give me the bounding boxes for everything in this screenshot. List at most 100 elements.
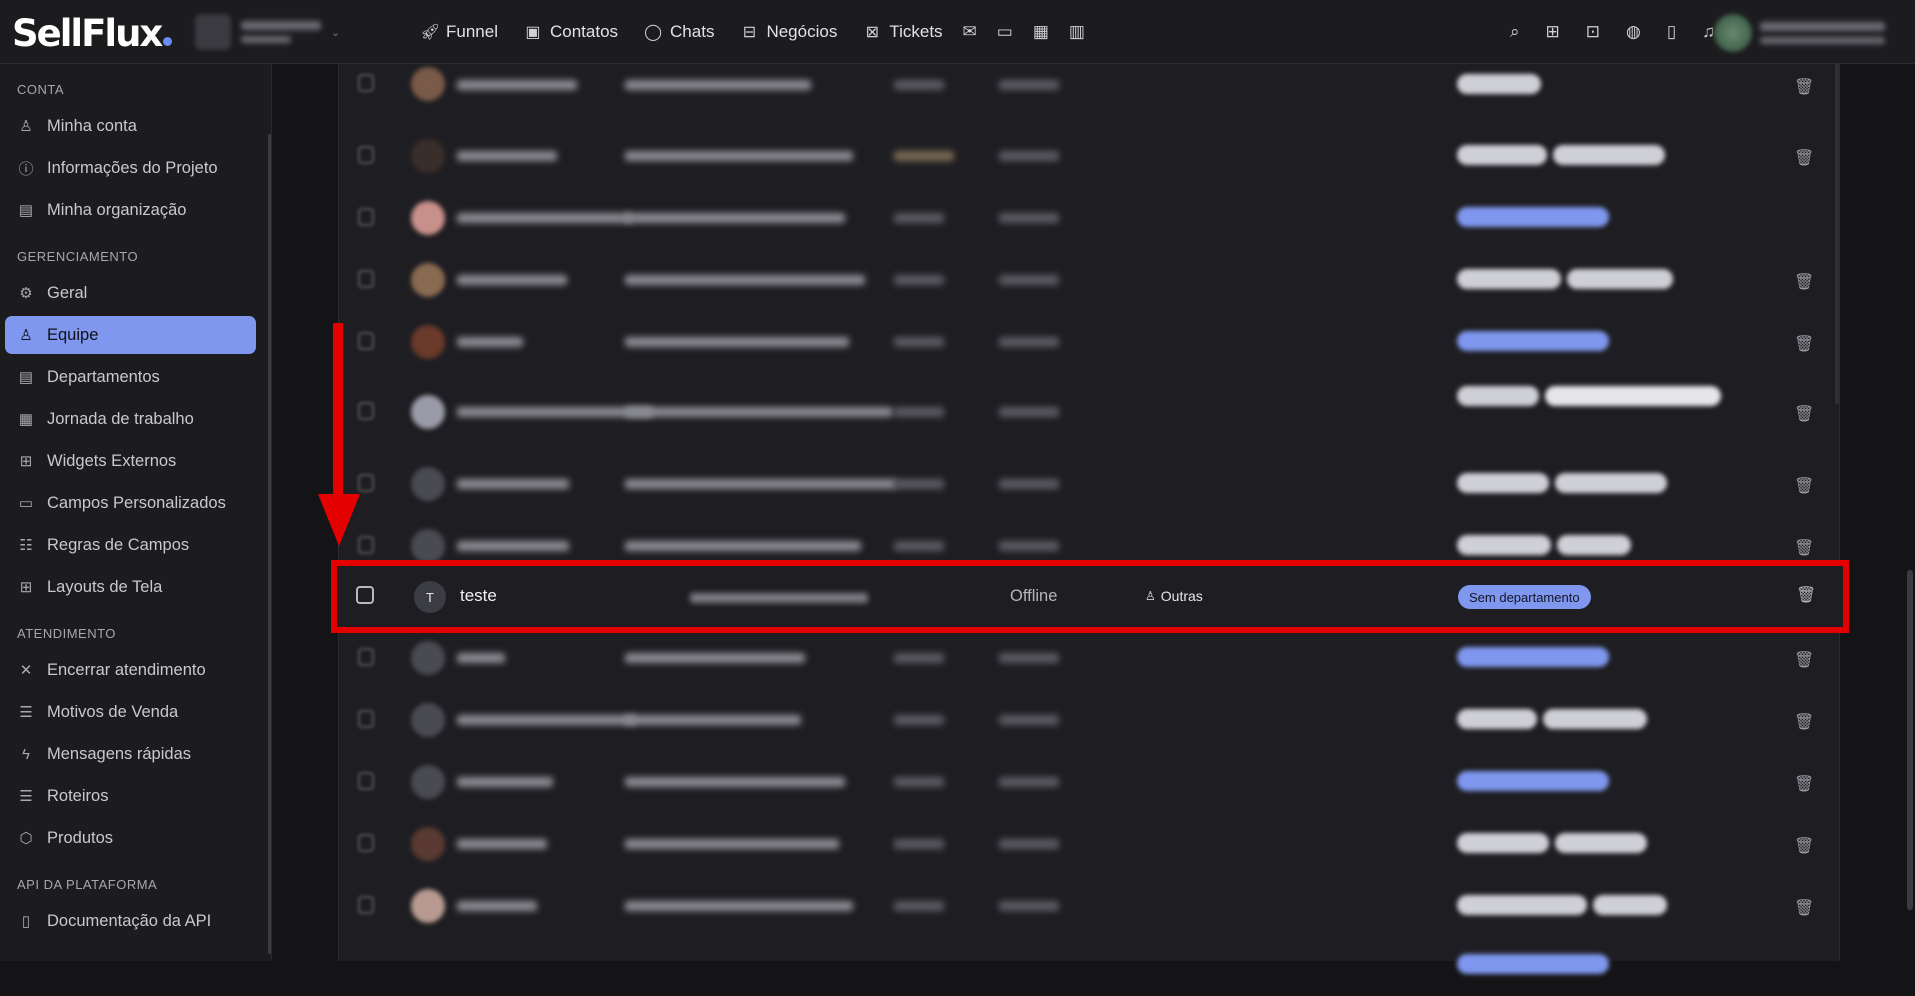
member-email-redacted <box>690 593 868 603</box>
trash-icon[interactable]: 🗑︎ <box>1796 585 1816 605</box>
sidebar-item-geral[interactable]: ⚙ Geral <box>5 274 256 312</box>
project-switcher[interactable]: ⌄ <box>195 14 340 50</box>
book-icon[interactable]: ▯ <box>1667 22 1676 42</box>
sidebar-item-produtos[interactable]: ⬡ Produtos <box>5 819 256 857</box>
department-tag <box>1457 535 1551 555</box>
table-row[interactable]: 🗑︎ <box>339 688 1841 748</box>
search-icon[interactable]: ⌕ <box>1510 22 1520 42</box>
avatar <box>411 395 445 429</box>
department-tag <box>1457 74 1541 94</box>
avatar <box>411 263 445 297</box>
trash-icon[interactable]: 🗑︎ <box>1794 650 1814 670</box>
sidebar-item-minha-organizacao[interactable]: ▤ Minha organização <box>5 191 256 229</box>
sidebar-item-widgets-externos[interactable]: ⊞ Widgets Externos <box>5 442 256 480</box>
close-icon: ✕ <box>19 662 33 679</box>
table-row[interactable]: 🗑︎ <box>339 626 1841 686</box>
trash-icon[interactable]: 🗑︎ <box>1794 272 1814 292</box>
trash-icon[interactable]: 🗑︎ <box>1794 538 1814 558</box>
avatar <box>411 325 445 359</box>
user-menu[interactable] <box>1714 14 1885 52</box>
trash-icon[interactable]: 🗑︎ <box>1794 774 1814 794</box>
avatar: T <box>414 581 446 613</box>
nav-chats[interactable]: ◯ Chats <box>644 22 714 42</box>
main-nav: 🚀︎ Funnel ▣ Contatos ◯ Chats ⊟ Negócios ⊠ Tic… <box>420 0 1085 64</box>
row-checkbox[interactable] <box>358 474 374 492</box>
checklist-icon: ☰ <box>19 704 33 721</box>
trash-icon[interactable]: 🗑︎ <box>1794 148 1814 168</box>
member-status <box>894 80 944 90</box>
grid-icon[interactable]: ⊞ <box>1546 22 1560 42</box>
member-role <box>999 151 1059 161</box>
table-row[interactable] <box>339 186 1841 246</box>
avatar <box>411 467 445 501</box>
row-checkbox[interactable] <box>358 74 374 92</box>
trash-icon[interactable]: 🗑︎ <box>1794 404 1814 424</box>
app-logo[interactable]: SellFlux <box>12 12 173 55</box>
trash-icon[interactable]: 🗑︎ <box>1794 712 1814 732</box>
sidebar-item-motivos-venda[interactable]: ☰ Motivos de Venda <box>5 693 256 731</box>
trash-icon[interactable]: 🗑︎ <box>1794 334 1814 354</box>
row-checkbox[interactable] <box>358 710 374 728</box>
member-role-label: Outras <box>1160 588 1203 604</box>
highlighted-member-row[interactable]: T teste Offline ♙ Outras Sem departament… <box>334 562 1847 630</box>
sidebar-item-encerrar-atendimento[interactable]: ✕ Encerrar atendimento <box>5 651 256 689</box>
sidebar-item-equipe[interactable]: ♙ Equipe <box>5 316 256 354</box>
bar-chart-icon[interactable]: ▥ <box>1069 22 1085 42</box>
table-row[interactable] <box>339 936 1841 996</box>
member-name <box>457 541 569 551</box>
row-checkbox[interactable] <box>358 896 374 914</box>
row-checkbox[interactable] <box>358 648 374 666</box>
sidebar-item-documentacao-api[interactable]: ▯ Documentação da API <box>5 902 256 940</box>
nav-contatos[interactable]: ▣ Contatos <box>524 22 618 42</box>
table-row[interactable]: 🗑︎ <box>339 124 1841 184</box>
calendar-icon[interactable]: ▦ <box>1033 22 1049 42</box>
table-row[interactable]: 🗑︎ <box>339 372 1841 452</box>
member-name <box>457 337 523 347</box>
row-checkbox[interactable] <box>358 146 374 164</box>
row-checkbox[interactable] <box>358 536 374 554</box>
member-status <box>894 151 954 161</box>
sidebar-item-campos-personalizados[interactable]: ▭ Campos Personalizados <box>5 484 256 522</box>
member-status <box>894 839 944 849</box>
sidebar-item-minha-conta[interactable]: ♙ Minha conta <box>5 107 256 145</box>
sidebar-item-mensagens-rapidas[interactable]: ϟ Mensagens rápidas <box>5 735 256 773</box>
row-checkbox[interactable] <box>358 402 374 420</box>
department-tag <box>1457 473 1549 493</box>
table-row[interactable]: 🗑︎ <box>339 310 1841 370</box>
section-title-conta: CONTA <box>17 82 65 97</box>
row-checkbox[interactable] <box>358 270 374 288</box>
trash-icon[interactable]: 🗑︎ <box>1794 77 1814 97</box>
row-checkbox[interactable] <box>358 772 374 790</box>
table-row[interactable]: 🗑︎ <box>339 750 1841 810</box>
trash-icon[interactable]: 🗑︎ <box>1794 898 1814 918</box>
table-row[interactable]: 🗑︎ <box>339 874 1841 934</box>
table-row[interactable]: 🗑︎ <box>339 812 1841 872</box>
table-row[interactable]: 🗑︎ <box>339 64 1841 124</box>
trash-icon[interactable]: 🗑︎ <box>1794 836 1814 856</box>
sidebar-item-jornada-trabalho[interactable]: ▦ Jornada de trabalho <box>5 400 256 438</box>
nav-negocios[interactable]: ⊟ Negócios <box>740 22 838 42</box>
sidebar-item-layouts-tela[interactable]: ⊞ Layouts de Tela <box>5 568 256 606</box>
sidebar-item-informacoes-projeto[interactable]: ⓘ Informações do Projeto <box>5 149 256 187</box>
message-square-icon[interactable]: ▭ <box>997 22 1013 42</box>
table-row[interactable]: 🗑︎ <box>339 452 1841 512</box>
nav-funnel[interactable]: 🚀︎ Funnel <box>420 22 498 42</box>
row-checkbox[interactable] <box>356 586 374 604</box>
member-name <box>457 653 505 663</box>
row-checkbox[interactable] <box>358 834 374 852</box>
globe-icon[interactable]: ◍ <box>1626 22 1641 42</box>
sidebar-item-departamentos[interactable]: ▤ Departamentos <box>5 358 256 396</box>
nav-tickets[interactable]: ⊠ Tickets <box>863 22 943 42</box>
member-status <box>894 213 944 223</box>
table-row[interactable]: 🗑︎ <box>339 248 1841 308</box>
sidebar-item-roteiros[interactable]: ☰ Roteiros <box>5 777 256 815</box>
row-checkbox[interactable] <box>358 332 374 350</box>
mail-icon[interactable]: ✉ <box>963 22 977 42</box>
trash-icon[interactable]: 🗑︎ <box>1794 476 1814 496</box>
member-name <box>457 777 553 787</box>
inbox-icon[interactable]: ⊡ <box>1586 22 1600 42</box>
page-scrollbar[interactable] <box>1907 570 1913 910</box>
row-checkbox[interactable] <box>358 208 374 226</box>
info-icon: ⓘ <box>18 160 34 178</box>
sidebar-item-regras-campos[interactable]: ☷ Regras de Campos <box>5 526 256 564</box>
